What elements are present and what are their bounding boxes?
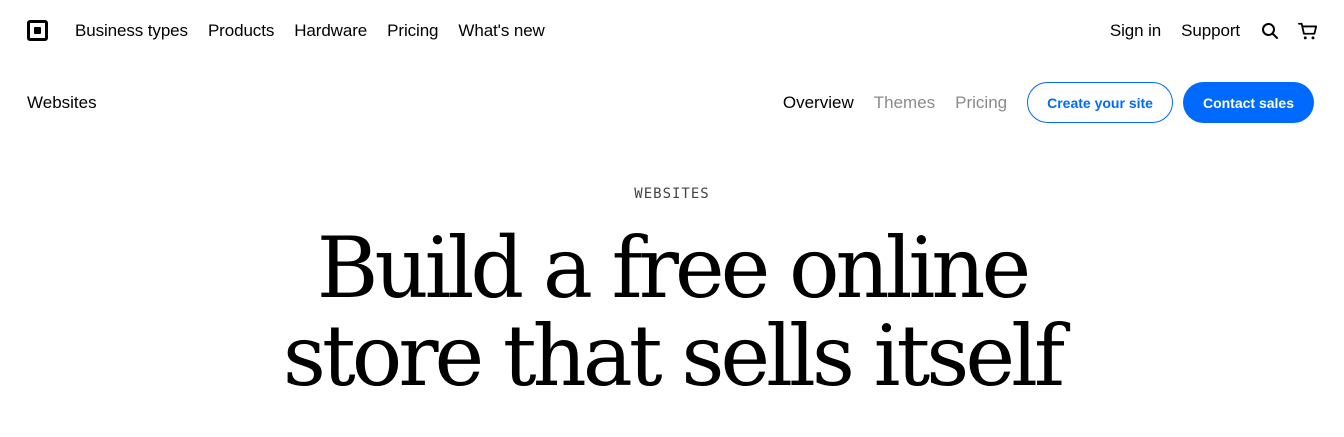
- square-logo-icon[interactable]: [27, 20, 48, 41]
- account-nav: Sign in Support: [1110, 20, 1318, 42]
- product-subnav: Websites Overview Themes Pricing Create …: [0, 80, 1344, 126]
- subnav-title[interactable]: Websites: [27, 93, 97, 113]
- support-link[interactable]: Support: [1181, 21, 1240, 41]
- subnav-actions: Overview Themes Pricing Create your site…: [783, 82, 1314, 123]
- nav-hardware[interactable]: Hardware: [294, 21, 367, 41]
- contact-sales-button[interactable]: Contact sales: [1182, 82, 1314, 123]
- headline-line-2: store that sells itself: [282, 307, 1065, 405]
- headline-line-1: Build a free online: [316, 219, 1031, 317]
- nav-products[interactable]: Products: [208, 21, 274, 41]
- search-icon[interactable]: [1260, 20, 1280, 42]
- hero-headline: Build a free online store that sells its…: [0, 224, 1344, 400]
- nav-whats-new[interactable]: What's new: [458, 21, 544, 41]
- nav-business-types[interactable]: Business types: [75, 21, 188, 41]
- sign-in-link[interactable]: Sign in: [1110, 21, 1161, 41]
- tab-overview[interactable]: Overview: [783, 93, 854, 113]
- top-navigation: Business types Products Hardware Pricing…: [0, 0, 1344, 64]
- cart-icon[interactable]: [1298, 20, 1318, 42]
- primary-nav: Business types Products Hardware Pricing…: [75, 21, 545, 41]
- tab-pricing[interactable]: Pricing: [955, 93, 1007, 113]
- tab-themes[interactable]: Themes: [874, 93, 935, 113]
- hero-eyebrow: WEBSITES: [634, 186, 710, 202]
- create-your-site-button[interactable]: Create your site: [1027, 82, 1173, 123]
- nav-pricing[interactable]: Pricing: [387, 21, 438, 41]
